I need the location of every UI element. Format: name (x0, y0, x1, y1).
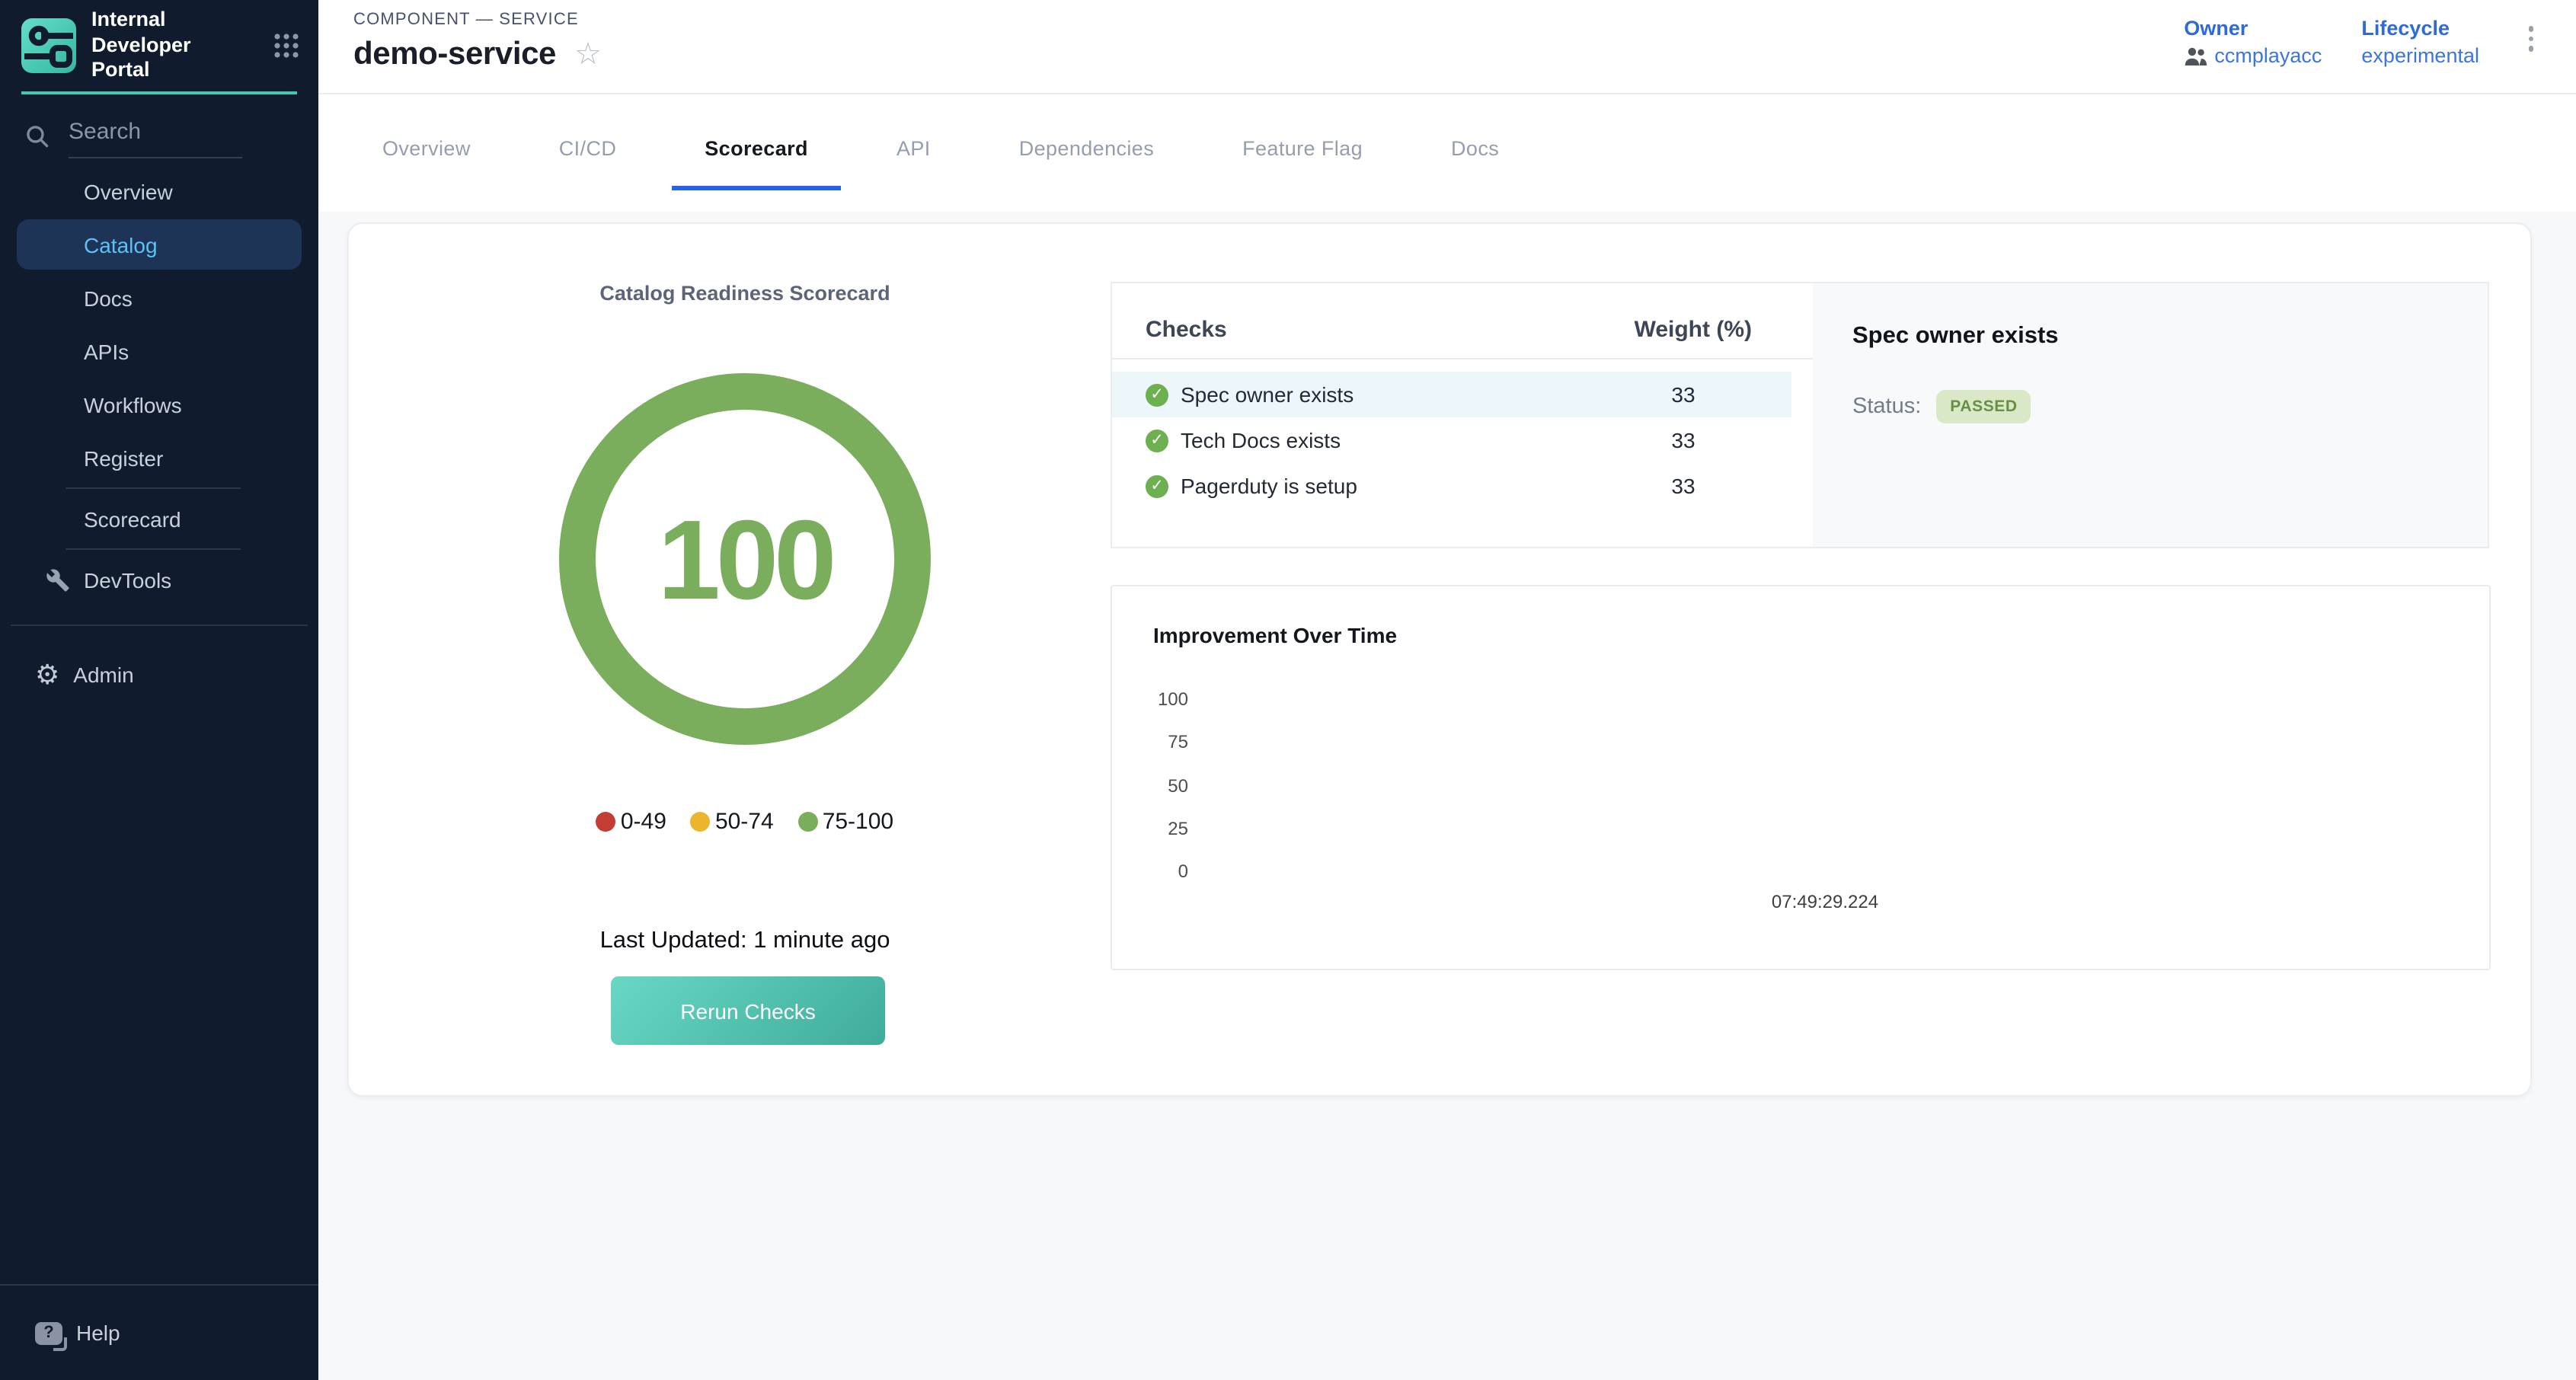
y-axis-tick: 50 (1127, 775, 1188, 797)
sidebar-item-workflows[interactable]: Workflows (0, 378, 318, 431)
sidebar-item-label: Scorecard (84, 506, 181, 531)
check-detail-title: Spec owner exists (1852, 323, 2488, 350)
sidebar-item-label: Help (76, 1321, 120, 1345)
check-detail-panel: Spec owner exists Status: PASSED (1813, 283, 2488, 547)
sidebar-item-catalog[interactable]: Catalog (17, 219, 302, 270)
sidebar-item-devtools[interactable]: DevTools (0, 553, 318, 606)
breadcrumb: COMPONENT — SERVICE (353, 11, 602, 29)
sidebar-item-admin[interactable]: ⚙ Admin (0, 647, 318, 701)
score-column: Catalog Readiness Scorecard 100 0-49 50-… (349, 224, 1141, 1095)
tab-overview[interactable]: Overview (349, 110, 504, 190)
favorite-star-icon[interactable]: ☆ (574, 40, 602, 70)
tab-api[interactable]: API (863, 110, 964, 190)
legend-dot-green (798, 812, 818, 832)
admin-divider (11, 625, 308, 626)
chart-title: Improvement Over Time (1153, 623, 1397, 647)
sidebar-item-overview[interactable]: Overview (0, 165, 318, 218)
y-axis-tick: 75 (1127, 731, 1188, 752)
people-icon (2184, 46, 2207, 65)
sidebar-item-label: DevTools (84, 567, 171, 592)
sidebar-spacer (0, 701, 318, 1284)
x-axis-tick: 07:49:29.224 (1718, 891, 1932, 912)
scorecard-title: Catalog Readiness Scorecard (349, 282, 1141, 305)
wrench-icon (46, 567, 70, 592)
nav-divider (66, 487, 241, 489)
more-options-icon[interactable] (2519, 17, 2542, 60)
search-box[interactable]: Search (24, 119, 242, 158)
rerun-checks-button[interactable]: Rerun Checks (611, 976, 885, 1045)
tab-scorecard[interactable]: Scorecard (671, 110, 842, 190)
brand-header: Internal Developer Portal (0, 0, 318, 91)
apps-grid-icon[interactable] (273, 32, 300, 59)
legend-item: 0-49 (596, 809, 666, 835)
sidebar-item-apis[interactable]: APIs (0, 324, 318, 378)
last-updated-text: Last Updated: 1 minute ago (349, 928, 1141, 955)
sidebar-item-label: Admin (73, 662, 133, 686)
sidebar-item-label: Docs (84, 286, 133, 310)
main-area: COMPONENT — SERVICE demo-service ☆ Owner (318, 0, 2576, 1380)
status-label: Status: (1852, 395, 1921, 419)
check-row-tech-docs[interactable]: ✓ Tech Docs exists 33 (1112, 417, 1791, 463)
page-title: demo-service (353, 37, 556, 73)
owner-label[interactable]: Owner (2184, 17, 2322, 40)
checks-table: Checks Weight (%) ✓ Spec owner exists 33 (1112, 283, 1813, 547)
entity-header: COMPONENT — SERVICE demo-service ☆ Owner (318, 0, 2576, 94)
improvement-chart: Improvement Over Time 100 75 50 25 0 07:… (1111, 585, 2491, 970)
column-header-weight: Weight (%) (1635, 317, 1752, 343)
legend-dot-red (596, 812, 616, 832)
check-row-spec-owner[interactable]: ✓ Spec owner exists 33 (1112, 372, 1791, 417)
tab-cicd[interactable]: CI/CD (526, 110, 650, 190)
nav-divider (66, 548, 241, 550)
owner-value[interactable]: ccmplayacc (2184, 44, 2322, 67)
y-axis-tick: 25 (1127, 818, 1188, 839)
tab-docs[interactable]: Docs (1417, 110, 1532, 190)
sidebar-item-label: APIs (84, 339, 129, 363)
sidebar-item-help[interactable]: ? Help (0, 1286, 318, 1380)
sidebar-item-label: Workflows (84, 392, 182, 417)
app-window: Internal Developer Portal Search Overvie… (0, 0, 2576, 1380)
entity-tabs: Overview CI/CD Scorecard API Dependencie… (318, 94, 2576, 212)
scorecard-card: Catalog Readiness Scorecard 100 0-49 50-… (347, 222, 2532, 1097)
y-axis-tick: 100 (1127, 688, 1188, 710)
score-gauge: 100 (559, 373, 931, 745)
check-row-pagerduty[interactable]: ✓ Pagerduty is setup 33 (1112, 463, 1791, 509)
search-input[interactable]: Search (69, 119, 242, 158)
entity-heading: COMPONENT — SERVICE demo-service ☆ (353, 11, 602, 73)
lifecycle-block: Lifecycle experimental (2361, 17, 2479, 67)
sidebar-nav: Overview Catalog Docs APIs Workflows Reg… (0, 165, 318, 606)
check-passed-icon: ✓ (1146, 383, 1168, 406)
check-passed-icon: ✓ (1146, 429, 1168, 452)
brand-title: Internal Developer Portal (91, 7, 238, 84)
sidebar-item-register[interactable]: Register (0, 431, 318, 484)
search-icon (24, 123, 50, 158)
legend-dot-yellow (691, 812, 711, 832)
tab-dependencies[interactable]: Dependencies (986, 110, 1187, 190)
sidebar-item-label: Catalog (84, 232, 158, 257)
portal-logo-icon (21, 18, 76, 73)
owner-block: Owner ccmplayacc (2184, 17, 2322, 67)
brand-divider (21, 91, 297, 94)
score-legend: 0-49 50-74 75-100 (349, 809, 1141, 835)
help-chat-icon: ? (35, 1321, 62, 1344)
column-header-checks: Checks (1146, 317, 1227, 343)
score-value: 100 (658, 494, 833, 624)
y-axis-tick: 0 (1127, 861, 1188, 882)
sidebar-item-docs[interactable]: Docs (0, 271, 318, 324)
legend-item: 50-74 (691, 809, 774, 835)
status-badge: PASSED (1936, 390, 2031, 423)
tab-feature-flag[interactable]: Feature Flag (1209, 110, 1396, 190)
legend-item: 75-100 (798, 809, 893, 835)
content-area: Catalog Readiness Scorecard 100 0-49 50-… (318, 212, 2576, 1380)
check-passed-icon: ✓ (1146, 474, 1168, 497)
checks-table-header: Checks Weight (%) (1112, 302, 1813, 359)
entity-meta: Owner ccmplayacc Lifecycle (2184, 11, 2542, 67)
gear-icon: ⚙ (35, 660, 59, 688)
checks-panel: Checks Weight (%) ✓ Spec owner exists 33 (1111, 282, 2489, 548)
sidebar-item-scorecard[interactable]: Scorecard (0, 492, 318, 545)
sidebar-item-label: Overview (84, 179, 173, 203)
lifecycle-value: experimental (2361, 44, 2479, 67)
sidebar: Internal Developer Portal Search Overvie… (0, 0, 318, 1380)
lifecycle-label[interactable]: Lifecycle (2361, 17, 2479, 40)
sidebar-item-label: Register (84, 446, 163, 470)
